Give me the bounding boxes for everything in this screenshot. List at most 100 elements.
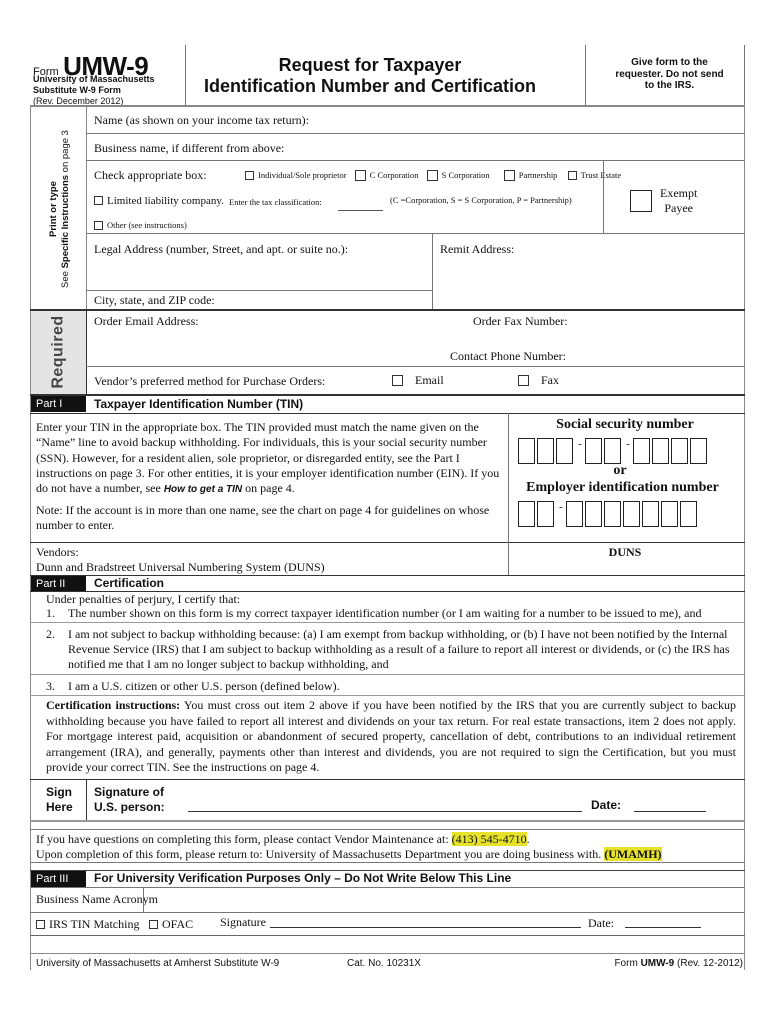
digit-box[interactable] <box>585 438 602 464</box>
checkbox-icon[interactable] <box>149 919 158 929</box>
other-option[interactable]: Other (see instructions) <box>94 220 187 231</box>
print-or-type-text: Print or type <box>48 181 59 237</box>
digit-box[interactable] <box>566 501 583 527</box>
digit-box[interactable] <box>661 501 678 527</box>
checkbox-icon[interactable] <box>354 169 366 181</box>
checkbox-icon[interactable] <box>94 195 103 205</box>
contact-phone-input[interactable] <box>580 347 740 365</box>
checkbox-icon[interactable] <box>36 919 45 929</box>
rule-line <box>603 160 604 233</box>
rule-line <box>86 290 432 291</box>
digit-box[interactable] <box>518 438 535 464</box>
checkbox-icon[interactable] <box>426 169 438 181</box>
option-individual[interactable]: Individual/Sole proprietor <box>245 170 347 180</box>
order-fax-input[interactable] <box>580 312 740 330</box>
rule-line <box>86 366 745 367</box>
checkbox-icon[interactable] <box>503 169 515 181</box>
checkbox-icon[interactable] <box>392 374 403 386</box>
required-label: Required <box>31 311 86 394</box>
duns-full-label: Dunn and Bradstreet Universal Numbering … <box>36 560 325 574</box>
option-email[interactable]: Email <box>392 373 444 388</box>
header-divider-left <box>185 45 186 105</box>
business-acronym-input[interactable] <box>148 890 738 910</box>
rule-line <box>86 233 745 234</box>
rule-line <box>30 912 745 913</box>
option-fax[interactable]: Fax <box>518 373 559 388</box>
digit-box[interactable] <box>556 438 573 464</box>
digit-box[interactable] <box>604 438 621 464</box>
ofac-option[interactable]: OFAC <box>149 917 193 932</box>
questions-text: If you have questions on completing this… <box>36 832 530 846</box>
tax-class-input[interactable] <box>338 210 383 211</box>
footer-catalog: Cat. No. 10231X <box>347 958 421 969</box>
rule-line <box>30 542 745 543</box>
order-email-input[interactable] <box>94 330 434 360</box>
part3-date-label: Date: <box>588 916 614 930</box>
option-s-corp[interactable]: S Corporation <box>426 169 490 181</box>
signature-input[interactable] <box>188 811 582 812</box>
digit-box[interactable] <box>604 501 621 527</box>
business-acronym-label: Business Name Acronym <box>36 892 158 906</box>
separator-dash: - <box>626 438 630 450</box>
digit-box[interactable] <box>652 438 669 464</box>
llc-option[interactable]: Limited liability company. <box>94 195 224 207</box>
rule-line <box>30 394 745 396</box>
remit-address-input[interactable] <box>436 258 740 306</box>
tax-class-label: Enter the tax classification: <box>229 197 322 207</box>
cert-item-2: 2. I am not subject to backup withholding… <box>46 627 730 671</box>
exempt-payee-checkbox[interactable] <box>630 190 652 212</box>
digit-box[interactable] <box>642 501 659 527</box>
digit-box[interactable] <box>518 501 535 527</box>
ein-label: Employer identification number <box>526 480 719 495</box>
rule-line <box>432 233 433 309</box>
duns-input[interactable] <box>512 558 740 574</box>
rule-line <box>30 829 745 830</box>
part3-signature-input[interactable] <box>270 927 581 928</box>
order-email-label: Order Email Address: <box>94 314 199 328</box>
digit-box[interactable] <box>680 501 697 527</box>
digit-box[interactable] <box>585 501 602 527</box>
exempt-payee[interactable] <box>630 190 652 217</box>
business-name-label: Business name, if different from above: <box>94 141 285 155</box>
part3-date-input[interactable] <box>625 927 701 928</box>
digit-box[interactable] <box>671 438 688 464</box>
part1-title: Taxpayer Identification Number (TIN) <box>94 397 304 411</box>
rule-line <box>508 413 509 543</box>
rule-line <box>30 695 745 696</box>
digit-box[interactable] <box>537 501 554 527</box>
rule-line <box>86 311 87 394</box>
digit-box[interactable] <box>690 438 707 464</box>
ssn-field[interactable]: -- <box>518 438 709 464</box>
checkbox-icon[interactable] <box>245 170 254 180</box>
digit-box[interactable] <box>623 501 640 527</box>
order-fax-label: Order Fax Number: <box>473 314 568 328</box>
tin-note: Note: If the account is in more than one… <box>36 503 490 533</box>
rule-line <box>30 862 745 863</box>
digit-box[interactable] <box>537 438 554 464</box>
checkbox-icon[interactable] <box>94 220 103 230</box>
option-trust-estate[interactable]: Trust Estate <box>567 170 621 180</box>
legal-address-input[interactable] <box>90 258 428 288</box>
name-input[interactable] <box>380 110 740 128</box>
option-c-corp[interactable]: C Corporation <box>354 169 419 181</box>
vendor-phone: (413) 545-4710 <box>451 832 527 846</box>
sign-date-input[interactable] <box>634 811 706 812</box>
cert-intro: Under penalties of perjury, I certify th… <box>46 592 241 606</box>
checkbox-icon[interactable] <box>518 374 529 386</box>
irs-tin-option[interactable]: IRS TIN Matching <box>36 917 139 932</box>
checkbox-icon[interactable] <box>567 170 577 180</box>
how-to-get-tin-link: How to get a TIN <box>163 484 243 496</box>
check-box-label: Check appropriate box: <box>94 168 207 182</box>
footer-right: Form UMW-9 (Rev. 12-2012) <box>614 958 743 969</box>
business-name-input[interactable] <box>330 138 740 156</box>
sign-here-label: Sign Here <box>46 785 73 814</box>
rule-line <box>30 309 745 311</box>
option-partnership[interactable]: Partnership <box>503 169 557 181</box>
ein-field[interactable]: - <box>518 501 699 527</box>
form-title-line1: Request for Taxpayer <box>278 55 462 75</box>
dept-code: (UMAMH) <box>604 847 662 861</box>
part3-label: Part III <box>31 871 86 887</box>
digit-box[interactable] <box>633 438 650 464</box>
exempt-payee-label: Exempt Payee <box>660 186 698 215</box>
return-text: Upon completion of this form, please ret… <box>36 847 662 861</box>
